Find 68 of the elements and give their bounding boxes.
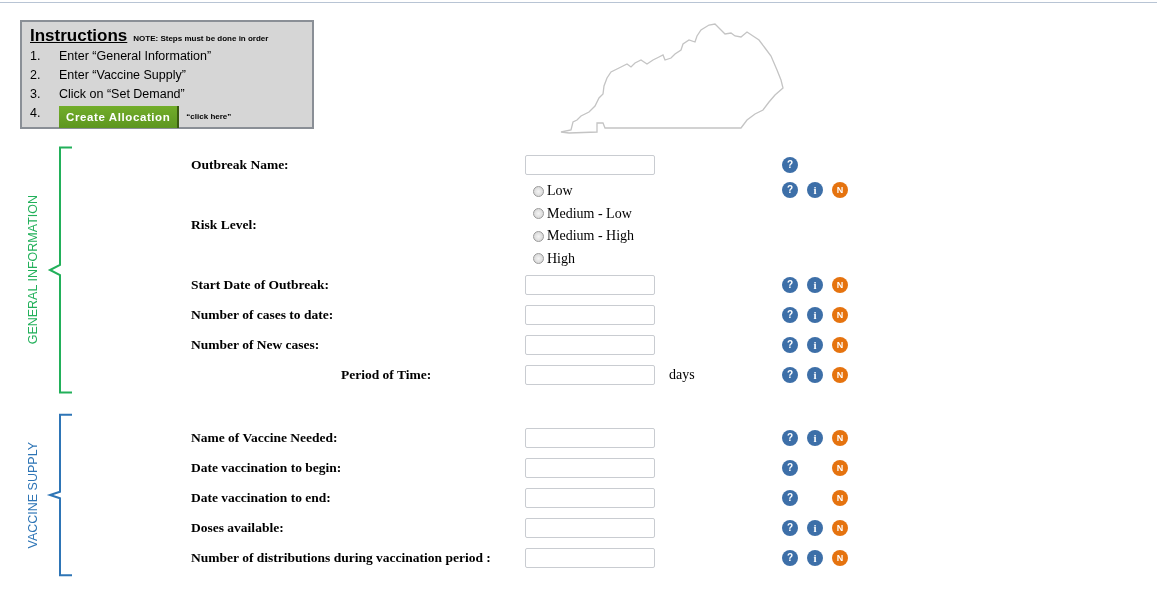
unit-label: days — [669, 367, 695, 382]
instructions-title: Instructions — [30, 26, 128, 46]
step-text: Click on “Set Demand” — [59, 86, 185, 101]
create-allocation-button[interactable]: Create Allocation — [59, 105, 180, 128]
input-field[interactable] — [525, 548, 655, 568]
help-icon[interactable]: ? — [782, 520, 798, 536]
input-field[interactable] — [525, 305, 655, 325]
field-label: Risk Level: — [191, 217, 258, 233]
instructions-note: NOTE: Steps must be done in order — [133, 34, 269, 43]
input-field[interactable] — [525, 155, 655, 175]
input-field[interactable] — [525, 458, 655, 478]
note-icon[interactable]: N — [832, 520, 848, 536]
info-icon[interactable]: i — [807, 337, 823, 353]
field-label: Outbreak Name: — [191, 157, 290, 173]
input-field[interactable] — [525, 488, 655, 508]
input-field[interactable] — [525, 365, 655, 385]
field-label: Date vaccination to begin: — [191, 460, 343, 476]
input-field[interactable] — [525, 275, 655, 295]
step-number: 2. — [30, 67, 42, 82]
input-field[interactable] — [525, 428, 655, 448]
field-label: Start Date of Outbreak: — [191, 277, 331, 293]
info-icon[interactable]: i — [807, 307, 823, 323]
help-icon[interactable]: ? — [782, 307, 798, 323]
note-icon[interactable]: N — [832, 430, 848, 446]
note-icon[interactable]: N — [832, 460, 848, 476]
click-hint: “click here” — [186, 112, 232, 121]
note-icon[interactable]: N — [832, 550, 848, 566]
info-icon[interactable]: i — [807, 550, 823, 566]
note-icon[interactable]: N — [832, 337, 848, 353]
help-icon[interactable]: ? — [782, 367, 798, 383]
step-number: 3. — [30, 86, 42, 101]
field-label: Date vaccination to end: — [191, 490, 332, 506]
input-field[interactable] — [525, 518, 655, 538]
info-icon[interactable]: i — [807, 367, 823, 383]
help-icon[interactable]: ? — [782, 157, 798, 173]
field-label: Number of New cases: — [191, 337, 321, 353]
info-icon[interactable]: i — [807, 182, 823, 198]
step-text: Enter “General Information” — [59, 48, 212, 63]
input-field[interactable] — [525, 335, 655, 355]
step-text: Enter “Vaccine Supply” — [59, 67, 186, 82]
field-label: Period of Time: — [340, 367, 433, 383]
section-title: VACCINE SUPPLY — [26, 441, 40, 549]
field-label: Doses available: — [191, 520, 285, 536]
field-label: Number of cases to date: — [191, 307, 335, 323]
info-icon[interactable]: i — [807, 520, 823, 536]
help-icon[interactable]: ? — [782, 490, 798, 506]
radio-option[interactable]: Low — [533, 180, 655, 203]
help-icon[interactable]: ? — [782, 182, 798, 198]
note-icon[interactable]: N — [832, 182, 848, 198]
info-icon[interactable]: i — [807, 430, 823, 446]
radio-option[interactable]: Medium - High — [533, 225, 655, 248]
step-number: 4. — [30, 105, 42, 120]
note-icon[interactable]: N — [832, 277, 848, 293]
help-icon[interactable]: ? — [782, 460, 798, 476]
section-title: GENERAL INFORMATION — [26, 195, 40, 345]
note-icon[interactable]: N — [832, 367, 848, 383]
step-number: 1. — [30, 48, 42, 63]
help-icon[interactable]: ? — [782, 277, 798, 293]
note-icon[interactable]: N — [832, 307, 848, 323]
radio-option[interactable]: Medium - Low — [533, 202, 655, 225]
note-icon[interactable]: N — [832, 490, 848, 506]
radio-option[interactable]: High — [533, 247, 655, 270]
field-label: Name of Vaccine Needed: — [191, 430, 339, 446]
help-icon[interactable]: ? — [782, 430, 798, 446]
field-label: Number of distributions during vaccination period : — [191, 550, 492, 566]
help-icon[interactable]: ? — [782, 550, 798, 566]
help-icon[interactable]: ? — [782, 337, 798, 353]
info-icon[interactable]: i — [807, 277, 823, 293]
